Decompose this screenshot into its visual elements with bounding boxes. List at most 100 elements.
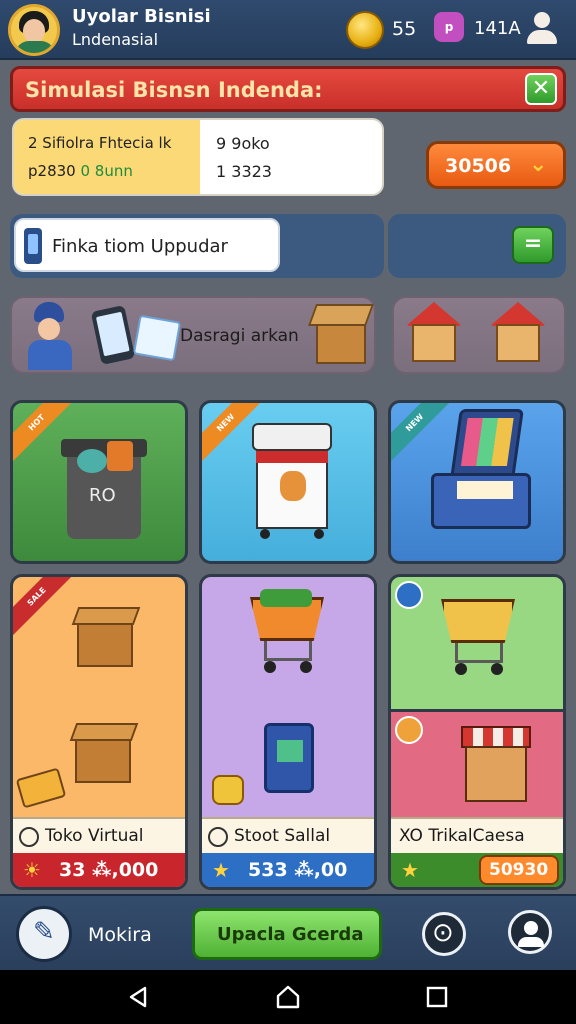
star-icon: ★ xyxy=(212,858,230,882)
crate-icon xyxy=(69,723,139,783)
price-pill: 50930 xyxy=(479,855,559,885)
promo-text: Dasragi arkan xyxy=(180,326,299,346)
box-icon xyxy=(307,304,375,366)
shop-card-toko-virtual[interactable]: SALE Toko Virtual ☀ 33 ⁂,000 xyxy=(10,574,188,890)
shop-card-stoot-sallal[interactable]: Stoot Sallal ★ 533 ⁂,00 xyxy=(199,574,377,890)
merchant-face xyxy=(38,318,60,340)
shop-name: XO TrikalCaesa xyxy=(399,826,525,846)
gem-icon[interactable]: p xyxy=(434,12,464,42)
top-bar: Uyolar Bisnisi Lndenasial 55 p 141A xyxy=(0,0,576,60)
shop-price: 33 ⁂,000 xyxy=(59,859,159,881)
desk-front xyxy=(77,623,133,667)
house-roof xyxy=(406,302,462,326)
tile-register[interactable]: NEW xyxy=(388,400,566,564)
cart-wheel xyxy=(455,663,467,675)
system-nav-bar xyxy=(0,970,576,1024)
vending-machine-icon xyxy=(252,423,332,539)
stats-line-1: 2 Sifiolra Fhtecia lk xyxy=(28,134,172,152)
app-subtitle: Lndenasial xyxy=(72,30,159,49)
shopping-cart-icon xyxy=(250,589,326,677)
shop-card-trikalcaesa[interactable]: XO TrikalCaesa ★ 50930 xyxy=(388,574,566,890)
stats-line-2: p2830 0 8unn xyxy=(28,162,133,180)
cart-basket xyxy=(441,599,515,643)
chevron-down-icon: ⌄ xyxy=(529,152,548,177)
search-text: Finka tiom Uppudar xyxy=(52,236,228,257)
merchant-avatar xyxy=(22,302,78,370)
trash-bin-icon: RO xyxy=(61,439,147,539)
stats-right-2: 1 3323 xyxy=(216,162,272,181)
shop-name-text: TrikalCaesa xyxy=(428,826,525,846)
side-panel: = xyxy=(388,214,566,278)
shop-caption: Toko Virtual xyxy=(13,817,185,853)
cart-frame xyxy=(455,643,503,663)
shops-banner[interactable] xyxy=(392,296,566,374)
phone-icon xyxy=(24,228,42,264)
shop-name: Stoot Sallal xyxy=(234,826,331,846)
player-avatar[interactable] xyxy=(8,4,60,56)
shop-wall xyxy=(496,324,540,362)
bin-bag xyxy=(107,441,133,471)
card-icon xyxy=(132,314,182,362)
shop-prefix: XO xyxy=(399,826,423,846)
tile-ribbon: SALE xyxy=(13,577,80,640)
menu-button[interactable]: = xyxy=(512,226,554,264)
recent-apps-icon[interactable] xyxy=(426,986,448,1008)
stall-wall xyxy=(465,746,527,802)
stats-left-panel xyxy=(14,120,200,194)
machine-stripe xyxy=(256,451,328,463)
register-paper xyxy=(457,481,513,499)
tile-vending[interactable]: NEW xyxy=(199,400,377,564)
crate-front xyxy=(75,739,131,783)
stats-card: 2 Sifiolra Fhtecia lk p2830 0 8unn 9 9ok… xyxy=(12,118,384,196)
edit-icon[interactable] xyxy=(16,906,72,962)
bin-label: RO xyxy=(89,485,116,506)
home-icon[interactable] xyxy=(275,984,301,1010)
update-button[interactable]: Upacla Gcerda xyxy=(192,908,382,960)
profile-button-icon[interactable] xyxy=(508,910,552,954)
settings-icon[interactable] xyxy=(422,912,466,956)
cart-goods xyxy=(260,589,312,607)
shop-price: 50930 xyxy=(489,860,549,880)
promo-banner[interactable]: Dasragi arkan xyxy=(10,296,376,374)
price-bar[interactable]: ★ 533 ⁂,00 xyxy=(202,853,374,887)
clock-icon xyxy=(208,827,228,847)
stall-roof xyxy=(461,726,531,748)
sun-icon: ☀ xyxy=(23,858,41,882)
cart-frame xyxy=(264,641,312,661)
shopping-cart-icon xyxy=(441,599,517,679)
merchant-body xyxy=(28,340,72,370)
box-front xyxy=(316,324,366,364)
coin-icon xyxy=(346,11,384,49)
cart-wheel xyxy=(491,663,503,675)
machine-top xyxy=(252,423,332,451)
machine-wheel xyxy=(260,529,270,539)
stats-right-1: 9 9oko xyxy=(216,134,270,153)
desk-icon xyxy=(71,607,141,667)
stats-line-2-prefix: p2830 xyxy=(28,162,76,180)
stats-line-2-green: 0 8unn xyxy=(80,162,133,180)
search-input[interactable]: Finka tiom Uppudar xyxy=(14,218,280,272)
update-button-label: Upacla Gcerda xyxy=(217,924,364,945)
house-icon xyxy=(406,302,462,364)
profile-shoulders xyxy=(527,30,557,44)
avatar-face xyxy=(23,19,45,43)
shop-roof xyxy=(490,302,546,326)
bottom-label: Mokira xyxy=(88,924,152,946)
tile-recycle[interactable]: HOT RO xyxy=(10,400,188,564)
currency-button[interactable]: 30506 ⌄ xyxy=(426,141,566,189)
bin-ball xyxy=(77,449,107,473)
coin-stack-icon xyxy=(212,775,244,805)
gem-count: 141A xyxy=(474,18,521,39)
price-bar[interactable]: ☀ 33 ⁂,000 xyxy=(13,853,185,887)
back-icon[interactable] xyxy=(126,985,150,1009)
tablet-icon xyxy=(90,305,136,365)
pin-icon xyxy=(395,581,423,609)
profile-icon[interactable] xyxy=(524,10,560,46)
close-button[interactable]: ✕ xyxy=(525,73,557,105)
machine-art xyxy=(280,471,306,501)
star-icon: ★ xyxy=(401,858,419,882)
coin-count: 55 xyxy=(392,18,417,40)
price-bar[interactable]: ★ 50930 xyxy=(391,853,563,887)
machine-wheel xyxy=(314,529,324,539)
ticket-icon xyxy=(15,767,67,809)
